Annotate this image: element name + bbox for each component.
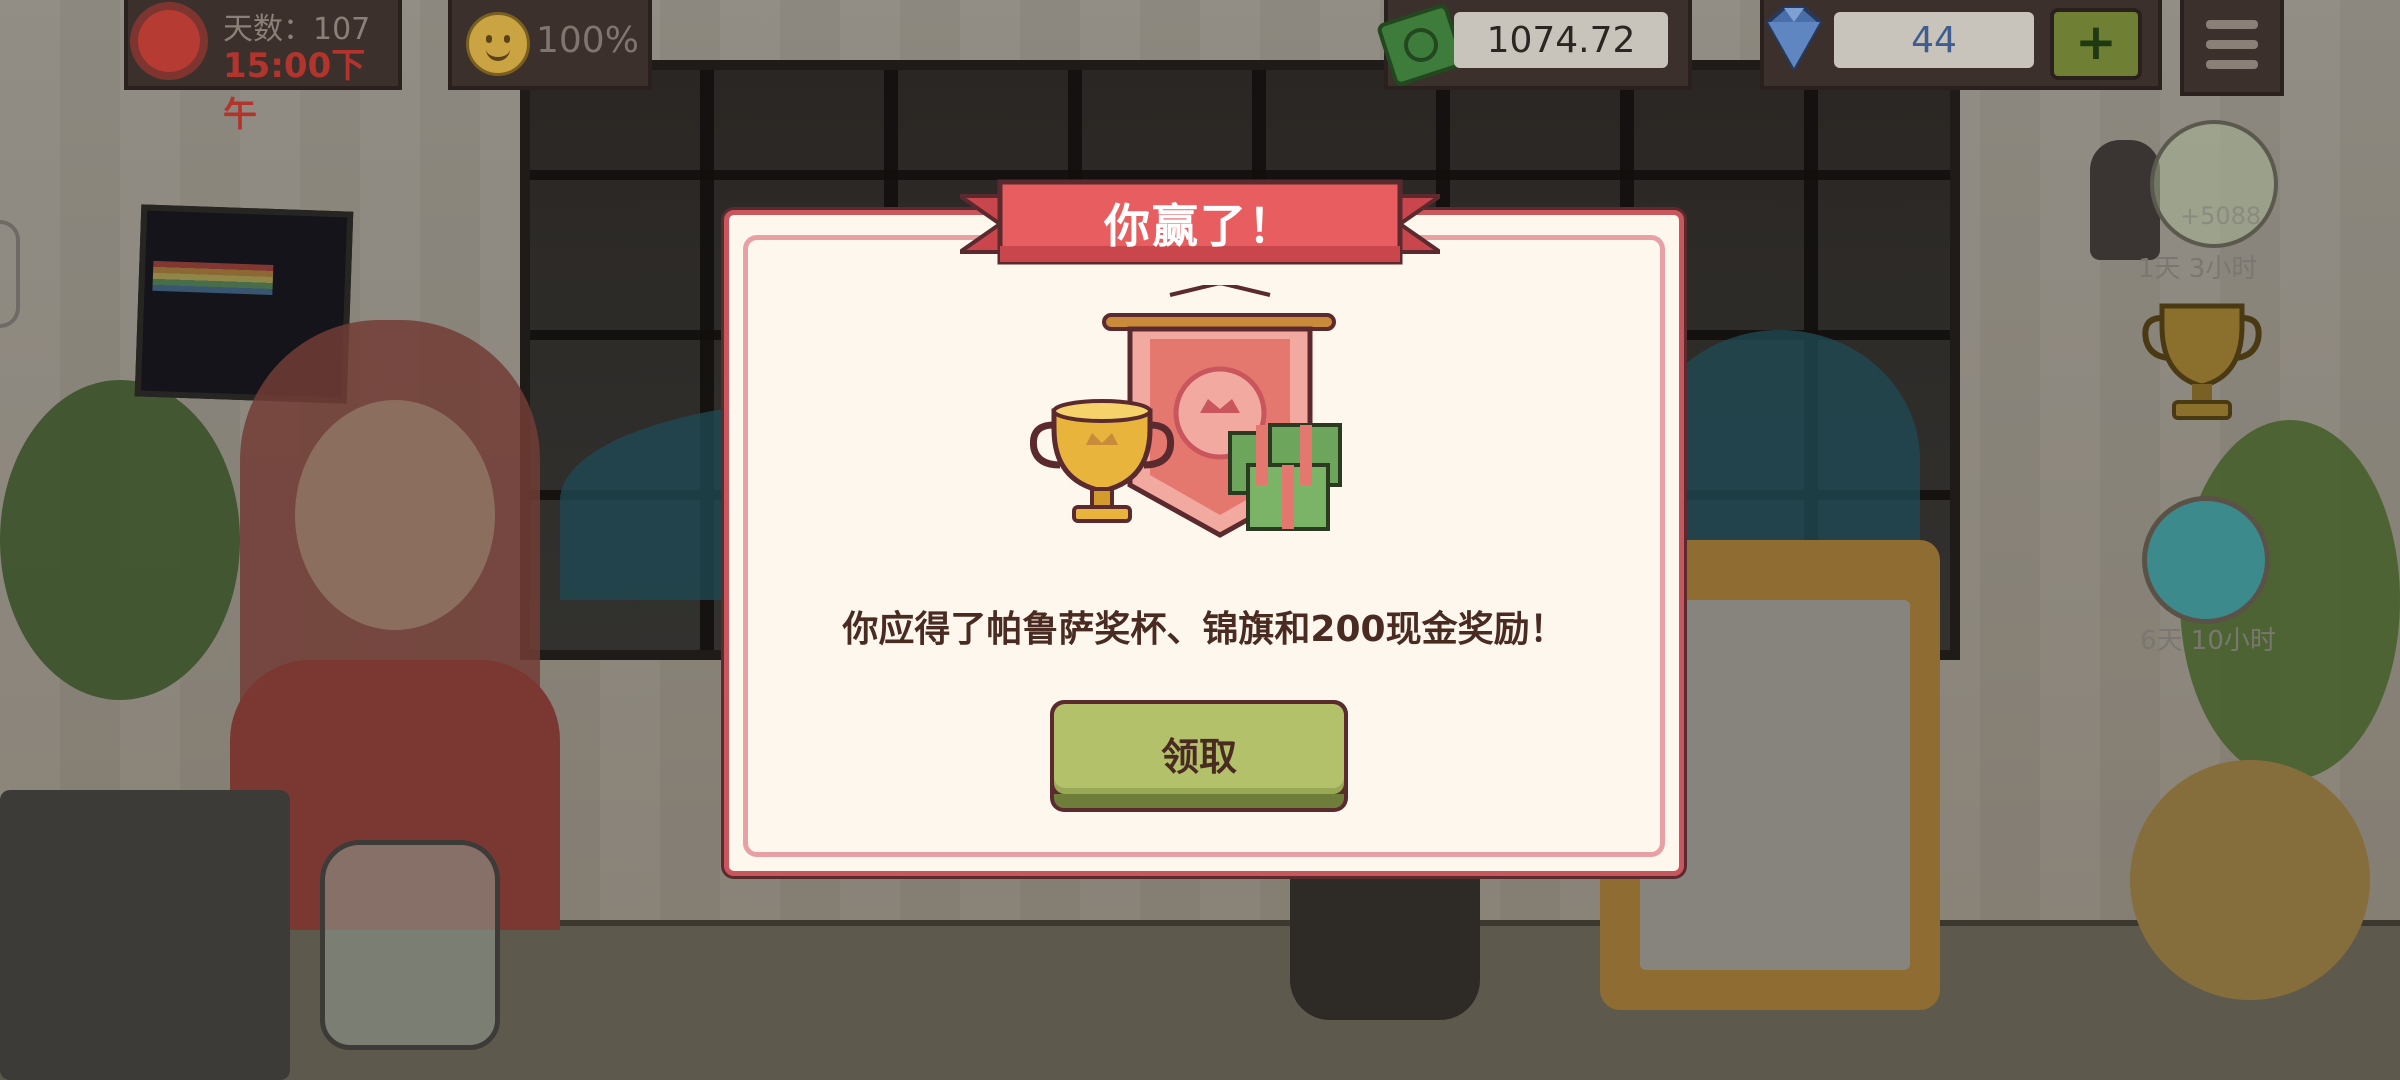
days-panel: 天数：107 15:00下午 <box>124 0 402 135</box>
time-label: 15:00下午 <box>223 46 366 135</box>
globe-icon[interactable] <box>2142 496 2270 624</box>
jar-bonus: +5088 <box>2180 202 2262 230</box>
cash-panel: 1074.72 <box>1375 0 1692 90</box>
menu-icon <box>2206 20 2258 29</box>
happiness-panel: 100% <box>448 0 652 90</box>
smile-icon <box>466 12 530 76</box>
reward-message: 你应得了帕鲁萨奖杯、锦旗和200现金奖励！ <box>842 609 1566 650</box>
jar-timer: 1天 3小时 <box>2138 254 2258 284</box>
cash-field: 1074.72 <box>1454 12 1668 68</box>
side-tab[interactable] <box>0 220 20 328</box>
gem-value: 44 <box>1911 20 1957 61</box>
money-stack-icon <box>1228 423 1342 531</box>
menu-button[interactable] <box>2180 0 2284 96</box>
gems-panel: 44 + <box>1760 0 2162 90</box>
claim-button-label: 领取 <box>1160 735 1237 779</box>
add-gems-button[interactable]: + <box>2050 8 2142 80</box>
trophy-icon[interactable] <box>2142 296 2262 426</box>
cash-icon <box>1375 2 1467 88</box>
claim-button[interactable]: 领取 <box>1050 700 1348 812</box>
gem-field: 44 <box>1834 12 2034 68</box>
globe-timer: 6天 10小时 <box>2140 626 2276 656</box>
cash-value: 1074.72 <box>1486 20 1636 61</box>
cat-icon <box>2090 140 2160 260</box>
sun-icon <box>138 10 200 72</box>
dialog-title: 你赢了！ <box>1104 199 1296 253</box>
reward-illustration <box>1030 285 1342 538</box>
gem-icon <box>1765 6 1823 73</box>
plus-label: + <box>2075 13 2117 71</box>
happiness-value: 100% <box>536 20 639 61</box>
